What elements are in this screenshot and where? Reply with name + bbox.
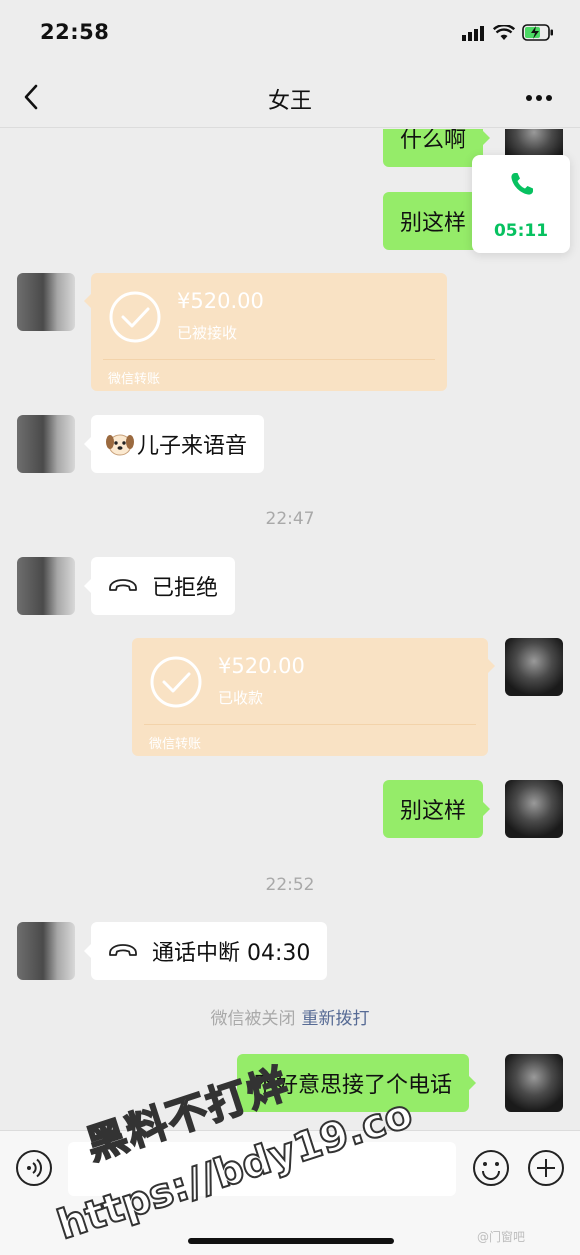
message-text: 别这样 xyxy=(400,211,467,236)
corner-watermark: @门窗吧 xyxy=(477,1230,526,1244)
message-bubble-sent[interactable]: 别这样 xyxy=(383,780,491,838)
wifi-icon xyxy=(493,24,515,40)
voice-input-icon[interactable] xyxy=(15,1149,53,1187)
call-record-bubble[interactable]: 已拒绝 xyxy=(83,557,236,615)
transfer-amount: ¥520.00 xyxy=(177,289,264,313)
my-avatar[interactable] xyxy=(505,638,563,696)
transfer-status: 已收款 xyxy=(218,689,264,707)
system-message-text: 微信被关闭 xyxy=(210,1009,296,1029)
transfer-divider xyxy=(144,724,476,725)
message-text: 别这样 xyxy=(400,799,467,824)
message-text: 通话中断 04:30 xyxy=(152,941,311,966)
contact-avatar[interactable] xyxy=(17,557,75,615)
plus-icon[interactable] xyxy=(527,1149,565,1187)
hangup-phone-icon xyxy=(109,579,137,591)
system-icons xyxy=(462,24,554,41)
contact-avatar[interactable] xyxy=(17,415,75,473)
status-time: 22:58 xyxy=(40,20,110,44)
system-message: 微信被关闭 重新拨打 xyxy=(0,1004,580,1029)
home-indicator xyxy=(188,1238,394,1244)
my-avatar[interactable] xyxy=(505,780,563,838)
call-duration: 05:11 xyxy=(493,221,549,241)
message-text: 儿子来语音 xyxy=(137,434,248,459)
battery-icon xyxy=(522,24,553,41)
call-record-bubble[interactable]: 通话中断 04:30 xyxy=(83,922,328,980)
message-bubble-sent[interactable]: 别这样 xyxy=(383,192,491,250)
transfer-label: 微信转账 xyxy=(149,737,202,752)
check-circle-icon xyxy=(109,291,161,343)
message-bubble-received[interactable]: 儿子来语音 xyxy=(83,415,265,473)
transfer-status: 已被接收 xyxy=(177,324,238,342)
chat-header: 女王 xyxy=(0,66,580,128)
check-circle-icon xyxy=(150,656,202,708)
hangup-phone-icon xyxy=(109,944,137,956)
puppy-emoji-icon xyxy=(106,434,134,456)
redial-link[interactable]: 重新拨打 xyxy=(302,1009,370,1029)
contact-avatar[interactable] xyxy=(17,922,75,980)
my-avatar[interactable] xyxy=(505,1054,563,1112)
transfer-card-sent[interactable]: ¥520.00 已收款 微信转账 xyxy=(132,638,495,756)
transfer-card-received[interactable]: ¥520.00 已被接收 微信转账 xyxy=(84,273,447,391)
timestamp: 22:52 xyxy=(265,875,315,895)
signal-icon xyxy=(462,25,484,41)
phone-icon xyxy=(511,173,533,195)
more-options-icon[interactable] xyxy=(524,88,554,108)
transfer-amount: ¥520.00 xyxy=(218,654,305,678)
transfer-label: 微信转账 xyxy=(108,372,161,387)
contact-avatar[interactable] xyxy=(17,273,75,331)
chat-title: 女王 xyxy=(267,89,312,114)
status-bar: 22:58 xyxy=(0,0,580,66)
emoji-icon[interactable] xyxy=(472,1149,510,1187)
transfer-divider xyxy=(103,359,435,360)
message-text: 已拒绝 xyxy=(152,576,219,601)
timestamp: 22:47 xyxy=(265,509,315,529)
floating-call-window[interactable]: 05:11 xyxy=(472,155,570,253)
